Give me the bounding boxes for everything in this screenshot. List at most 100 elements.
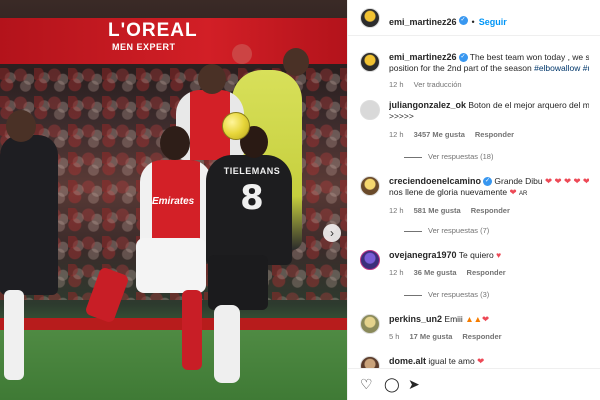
comment-body: creciendoenelcamino ✓ Grande Dibu ❤ ❤ ❤ ❤… <box>389 176 589 200</box>
comment-meta: 12 h 3457 Me gusta Responder <box>389 130 524 139</box>
player-number-8-legs <box>214 305 240 383</box>
comment-line-1: dome.alt igual te amo ❤ <box>389 356 589 367</box>
comment-meta: 12 h 581 Me gusta Responder <box>389 206 520 215</box>
caption-time[interactable]: 12 h <box>389 80 404 89</box>
heart-icon[interactable]: ♡ <box>360 377 373 391</box>
view-replies[interactable]: Ver respuestas (3) <box>404 290 489 299</box>
player-left-legs <box>4 290 24 380</box>
red-heart-icons: ❤ ❤ ❤ ❤ ❤ <box>545 176 589 186</box>
view-replies[interactable]: Ver respuestas (7) <box>404 226 489 235</box>
banner-text: L'OREAL <box>108 20 198 41</box>
follow-button[interactable]: Seguir <box>479 17 507 27</box>
player-left-black <box>0 135 58 295</box>
comment-line-2: nos llene de gloria nuevamente ❤ AR <box>389 187 589 200</box>
player-number-8-shorts <box>208 255 268 310</box>
player-red-shorts <box>136 238 206 293</box>
player-red-jumping-head <box>198 64 226 94</box>
replies-line <box>404 230 422 232</box>
translate-link[interactable]: Ver traducción <box>414 80 462 89</box>
shirt-name: TIELEMANS <box>223 166 281 176</box>
comment-time[interactable]: 12 h <box>389 206 404 215</box>
comment-text-2: nos llene de gloria nuevamente <box>389 187 508 197</box>
caption-meta: 12 h Ver traducción <box>389 80 472 89</box>
caption-text: The best team won today , we still <box>469 52 589 62</box>
comment-text: Emiii <box>444 314 463 324</box>
comment-text: igual te amo <box>428 356 475 366</box>
comment-time[interactable]: 12 h <box>389 130 404 139</box>
avatar[interactable] <box>360 314 380 334</box>
comment-username[interactable]: ovejanegra1970 <box>389 250 457 260</box>
caption-username[interactable]: emi_martinez26 <box>389 52 457 62</box>
chevron-right-icon[interactable]: › <box>323 224 341 242</box>
avatar[interactable] <box>360 8 380 28</box>
fire-emoji-icons: ▲▲ <box>465 314 483 324</box>
comment-username[interactable]: juliangonzalez_ok <box>389 100 466 110</box>
comment-time[interactable]: 5 h <box>389 332 399 341</box>
comment-username[interactable]: dome.alt <box>389 356 426 366</box>
red-heart-icon: ❤ <box>482 314 490 324</box>
view-replies[interactable]: Ver respuestas (18) <box>404 152 493 161</box>
comment-username[interactable]: creciendoenelcamino <box>389 176 481 186</box>
comment-username[interactable]: perkins_un2 <box>389 314 442 324</box>
verified-icon: ✓ <box>483 177 493 187</box>
comment-text: Boton de el mejor arquero del mund <box>468 100 589 110</box>
header-username[interactable]: emi_martinez26 <box>389 17 457 27</box>
comment-body: dome.alt igual te amo ❤ <box>389 356 589 367</box>
caption-text-2: position for the 2nd part of the season <box>389 63 532 73</box>
heart-eyes-emoji-icon: ♥ <box>496 250 502 260</box>
view-replies-label[interactable]: Ver respuestas (18) <box>428 152 493 161</box>
comment-text: Te quiero <box>458 250 494 260</box>
comment-line-1: juliangonzalez_ok Boton de el mejor arqu… <box>389 100 589 111</box>
comment-body: perkins_un2 Emiii ▲▲❤ <box>389 314 589 325</box>
comment-text: Grande Dibu <box>494 176 543 186</box>
share-icon[interactable]: ➤ <box>408 377 420 391</box>
comments-panel: emi_martinez26 ✓ • Seguir emi_martinez26 ✓ T… <box>347 0 600 400</box>
flag-label: AR <box>519 191 528 197</box>
reply-button[interactable]: Responder <box>471 206 510 215</box>
header-user-row: emi_martinez26 ✓ • Seguir <box>389 12 507 30</box>
comment-line-1: perkins_un2 Emiii ▲▲❤ <box>389 314 589 325</box>
shirt-sponsor: Emirates <box>152 196 195 207</box>
reply-button[interactable]: Responder <box>475 130 514 139</box>
red-heart-icon: ❤ <box>477 356 485 366</box>
avatar[interactable] <box>360 52 380 72</box>
avatar[interactable] <box>360 100 380 120</box>
player-red-center-head <box>160 126 190 160</box>
comment-likes[interactable]: 17 Me gusta <box>409 332 452 341</box>
replies-line <box>404 294 422 296</box>
comment-likes[interactable]: 581 Me gusta <box>414 206 461 215</box>
comment-likes[interactable]: 36 Me gusta <box>414 268 457 277</box>
comment-icon[interactable]: ◯ <box>384 377 400 391</box>
comment-line-1: ovejanegra1970 Te quiero ♥ <box>389 250 589 261</box>
caption-hashtag[interactable]: #elbowallow #u <box>534 63 589 73</box>
shirt-number: 8 <box>240 178 264 218</box>
separator-dot: • <box>471 17 475 27</box>
comment-meta: 12 h 36 Me gusta Responder <box>389 268 516 277</box>
comment-meta: 5 h 17 Me gusta Responder <box>389 332 512 341</box>
caption-line-2: position for the 2nd part of the season … <box>389 63 589 74</box>
avatar[interactable] <box>360 250 380 270</box>
view-replies-label[interactable]: Ver respuestas (7) <box>428 226 489 235</box>
post-header: emi_martinez26 ✓ • Seguir <box>348 0 600 36</box>
player-red-leg2 <box>182 290 202 370</box>
avatar[interactable] <box>360 176 380 196</box>
post-actions: ♡ ◯ ➤ <box>348 368 600 400</box>
player-left-head <box>6 110 36 142</box>
comment-line-2: >>>>> <box>389 111 414 121</box>
view-replies-label[interactable]: Ver respuestas (3) <box>428 290 489 299</box>
comment-body: juliangonzalez_ok Boton de el mejor arqu… <box>389 100 589 122</box>
caption-line-1: emi_martinez26 ✓ The best team won today … <box>389 52 589 63</box>
verified-icon: ✓ <box>458 16 468 26</box>
pitch <box>0 330 347 400</box>
reply-button[interactable]: Responder <box>462 332 501 341</box>
replies-line <box>404 156 422 158</box>
comment-line-1: creciendoenelcamino ✓ Grande Dibu ❤ ❤ ❤ ❤… <box>389 176 589 187</box>
comment-time[interactable]: 12 h <box>389 268 404 277</box>
verified-icon: ✓ <box>458 53 468 63</box>
comment-likes[interactable]: 3457 Me gusta <box>414 130 465 139</box>
post-photo[interactable]: L'OREAL MEN EXPERT Emirates TIELEMANS 8 … <box>0 0 347 400</box>
goalkeeper-glove <box>232 44 252 64</box>
banner-subtext: MEN EXPERT <box>112 42 176 52</box>
reply-button[interactable]: Responder <box>467 268 506 277</box>
football <box>222 112 250 140</box>
